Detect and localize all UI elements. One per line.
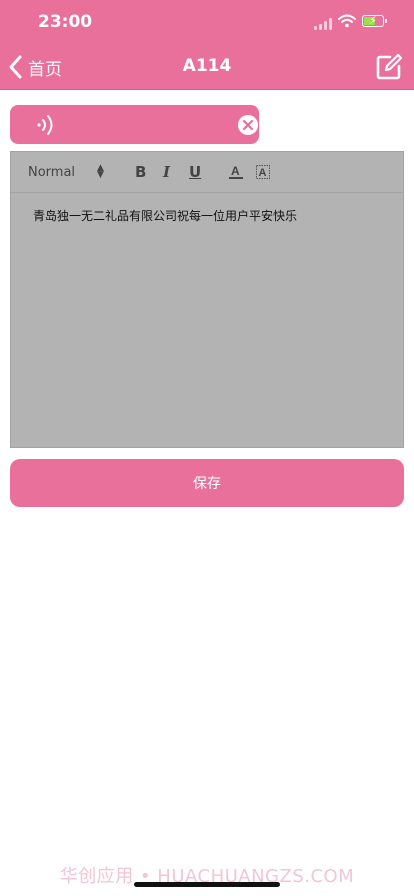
background-color-icon: A (256, 165, 270, 179)
cellular-signal-icon (314, 18, 334, 30)
edit-icon[interactable] (374, 52, 404, 82)
sound-wave-icon (37, 115, 53, 135)
clear-icon[interactable] (238, 115, 258, 135)
italic-button[interactable]: I (163, 152, 170, 192)
wifi-icon (338, 14, 356, 28)
voice-message-bubble[interactable] (10, 105, 259, 144)
bold-button[interactable]: B (135, 152, 146, 192)
navigation-header: 23:00 ⚡ 首页 A114 (0, 0, 414, 90)
svg-text:A: A (231, 164, 240, 178)
save-button[interactable]: 保存 (10, 459, 404, 507)
page-title: A114 (182, 56, 232, 76)
text-color-button[interactable]: A (229, 152, 243, 192)
svg-text:A: A (259, 167, 267, 179)
home-indicator (134, 882, 280, 887)
text-color-icon: A (229, 164, 243, 179)
editor-toolbar: Normal ▲ ▼ B I U A A (11, 152, 403, 193)
editor-content[interactable]: 青岛独一无二礼品有限公司祝每一位用户平安快乐 (33, 207, 297, 224)
select-arrows-icon: ▲ ▼ (97, 163, 104, 180)
font-size-select[interactable]: Normal (28, 152, 75, 192)
underline-button[interactable]: U (189, 152, 201, 192)
rich-text-editor: Normal ▲ ▼ B I U A A 青岛独一无二礼品有限公司祝每一位用户平安… (10, 151, 404, 448)
background-color-button[interactable]: A (256, 152, 270, 192)
battery-icon: ⚡ (362, 14, 387, 27)
status-time: 23:00 (38, 12, 93, 32)
